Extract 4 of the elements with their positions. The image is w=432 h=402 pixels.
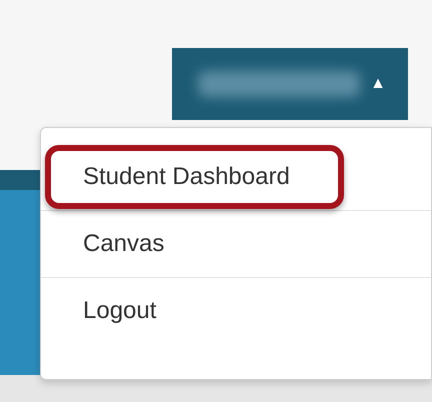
menu-item[interactable]: Logout — [45, 279, 192, 343]
account-button[interactable]: ▲ — [172, 48, 408, 120]
menu-item[interactable]: Canvas — [45, 212, 200, 276]
menu-item[interactable]: Student Dashboard — [45, 145, 344, 209]
